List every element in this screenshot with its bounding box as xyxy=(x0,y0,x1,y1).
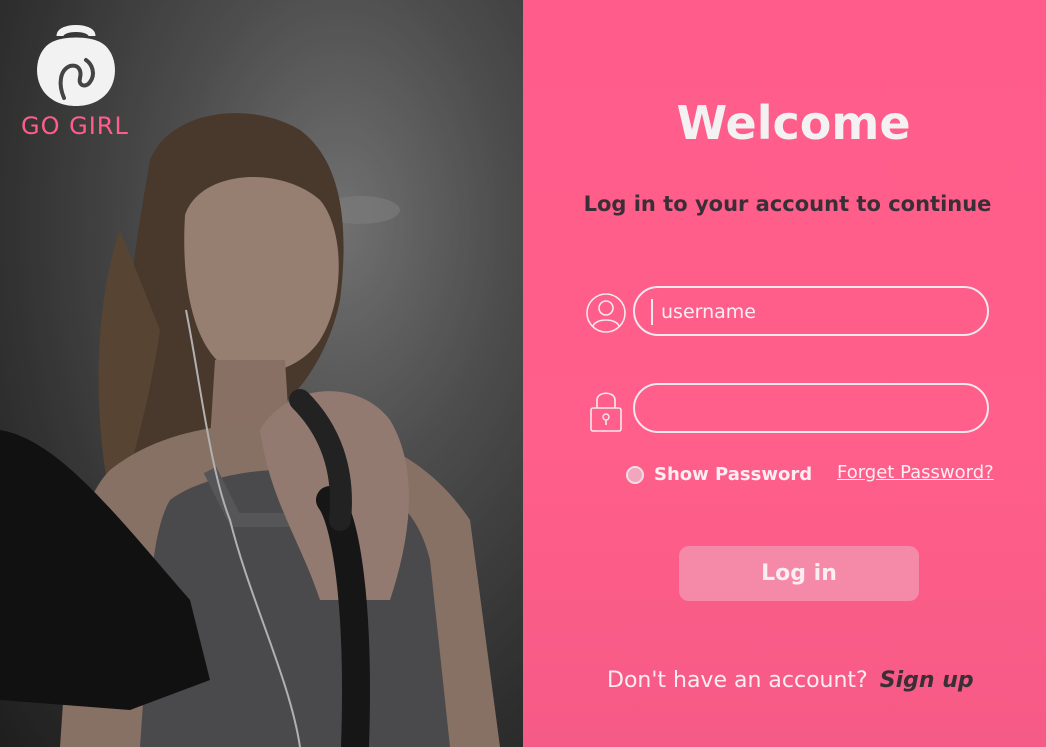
lock-icon xyxy=(588,388,624,438)
user-icon xyxy=(585,292,627,338)
signup-row: Don't have an account? Sign up xyxy=(607,668,974,693)
hero-photo: GO GIRL xyxy=(0,0,523,747)
signup-link[interactable]: Sign up xyxy=(880,668,974,693)
show-password-toggle[interactable]: Show Password xyxy=(626,464,812,485)
text-caret xyxy=(651,299,653,325)
brand-name: GO GIRL xyxy=(21,112,129,140)
welcome-title: Welcome xyxy=(676,96,911,150)
logo-icon xyxy=(30,22,122,108)
login-button[interactable]: Log in xyxy=(679,546,919,601)
username-field[interactable] xyxy=(633,286,989,336)
forget-password-link[interactable]: Forget Password? xyxy=(837,462,994,483)
login-subtitle: Log in to your account to continue xyxy=(583,192,992,216)
signup-prompt: Don't have an account? xyxy=(607,668,868,693)
username-input[interactable] xyxy=(659,288,963,336)
show-password-radio[interactable] xyxy=(626,465,644,484)
password-input[interactable] xyxy=(659,385,963,433)
show-password-label: Show Password xyxy=(654,464,813,485)
password-field[interactable] xyxy=(633,383,989,433)
login-panel: Welcome Log in to your account to contin… xyxy=(523,0,1046,747)
